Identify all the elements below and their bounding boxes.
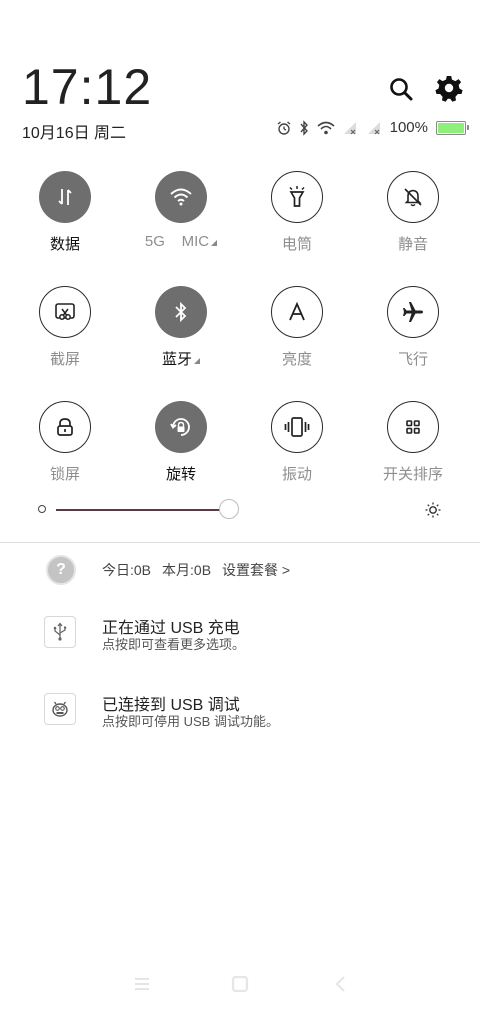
tile-airplane[interactable]: 飞行 bbox=[365, 286, 461, 376]
airplane-icon[interactable] bbox=[387, 286, 439, 338]
bluetooth-status-icon bbox=[300, 119, 308, 136]
tile-flashlight[interactable]: 电筒 bbox=[249, 171, 345, 261]
wifi-status-icon bbox=[317, 121, 335, 134]
data-arrows-icon[interactable] bbox=[39, 171, 91, 223]
tile-flashlight-label: 电筒 bbox=[281, 236, 312, 253]
tile-sort[interactable]: 开关排序 bbox=[365, 401, 461, 491]
gear-icon[interactable] bbox=[434, 73, 464, 103]
battery-icon bbox=[436, 120, 469, 135]
lock-icon[interactable] bbox=[39, 401, 91, 453]
brightness-a-icon[interactable] bbox=[271, 286, 323, 338]
tile-airplane-label: 飞行 bbox=[397, 351, 428, 368]
usb-icon bbox=[44, 616, 76, 648]
tile-mute-label: 静音 bbox=[397, 236, 428, 253]
flashlight-icon[interactable] bbox=[271, 171, 323, 223]
brightness-slider-thumb[interactable] bbox=[219, 499, 239, 519]
search-icon[interactable] bbox=[386, 74, 416, 104]
tile-mute[interactable]: 静音 bbox=[365, 171, 461, 261]
bluetooth-icon[interactable] bbox=[155, 286, 207, 338]
tile-vibrate[interactable]: 振动 bbox=[249, 401, 345, 491]
home-nav-icon[interactable] bbox=[231, 974, 249, 999]
tile-wifi[interactable]: 5G MIC bbox=[133, 171, 229, 261]
screenshot-icon[interactable] bbox=[39, 286, 91, 338]
help-icon[interactable]: ? bbox=[46, 555, 76, 585]
data-month: 本月:0B bbox=[162, 562, 212, 578]
brightness-low-icon bbox=[38, 505, 46, 513]
brightness-slider-track[interactable] bbox=[56, 509, 224, 511]
divider bbox=[0, 542, 480, 543]
notification-usb-debug-subtitle[interactable]: 点按即可停用 USB 调试功能。 bbox=[102, 711, 279, 730]
clock[interactable]: 17:12 bbox=[22, 58, 152, 116]
menu-nav-icon[interactable] bbox=[134, 974, 150, 999]
tile-bluetooth-label[interactable]: 蓝牙 bbox=[133, 348, 229, 369]
tile-rotation[interactable]: 旋转 bbox=[133, 401, 229, 491]
rotation-lock-icon[interactable] bbox=[155, 401, 207, 453]
tile-brightness-auto[interactable]: 亮度 bbox=[249, 286, 345, 376]
alarm-icon bbox=[277, 120, 291, 135]
data-today: 今日:0B bbox=[102, 562, 152, 578]
android-debug-icon bbox=[44, 693, 76, 725]
tile-data[interactable]: 数据 bbox=[17, 171, 113, 261]
tile-lock-label: 锁屏 bbox=[49, 466, 80, 483]
tile-data-label: 数据 bbox=[49, 236, 80, 253]
tile-wifi-label[interactable]: 5G MIC bbox=[133, 233, 229, 250]
grid-icon[interactable] bbox=[387, 401, 439, 453]
setup-plan-link[interactable]: 设置套餐 > bbox=[222, 560, 290, 580]
tile-sort-label: 开关排序 bbox=[382, 466, 443, 483]
tile-bluetooth[interactable]: 蓝牙 bbox=[133, 286, 229, 376]
signal-1-icon bbox=[343, 121, 356, 134]
notification-shade: 17:12 10月16日 周二 100% 数据 5G MIC 电筒 静音 截屏 … bbox=[0, 0, 480, 1013]
tile-brightness-auto-label: 亮度 bbox=[281, 351, 312, 368]
tile-screenshot-label: 截屏 bbox=[49, 351, 80, 368]
back-nav-icon[interactable] bbox=[334, 974, 348, 999]
bell-mute-icon[interactable] bbox=[387, 171, 439, 223]
vibrate-icon[interactable] bbox=[271, 401, 323, 453]
data-usage-row: 今日:0B 本月:0B 设置套餐 > bbox=[102, 560, 290, 580]
tile-lock[interactable]: 锁屏 bbox=[17, 401, 113, 491]
tile-vibrate-label: 振动 bbox=[281, 466, 312, 483]
tile-screenshot[interactable]: 截屏 bbox=[17, 286, 113, 376]
wifi-icon[interactable] bbox=[155, 171, 207, 223]
notification-usb-charging-subtitle[interactable]: 点按即可查看更多选项。 bbox=[102, 634, 245, 653]
signal-2-icon bbox=[367, 121, 380, 134]
status-bar: 100% bbox=[276, 119, 469, 136]
date-label[interactable]: 10月16日 周二 bbox=[22, 119, 126, 143]
battery-percent: 100% bbox=[389, 119, 428, 136]
tile-rotation-label: 旋转 bbox=[165, 466, 196, 483]
sun-icon bbox=[425, 502, 441, 523]
